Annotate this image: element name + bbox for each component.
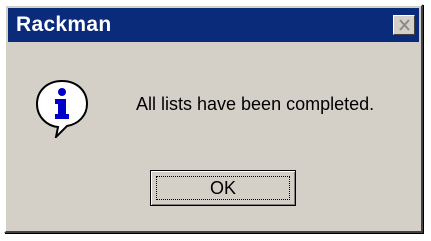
ok-button-label: OK <box>209 177 236 198</box>
close-button[interactable] <box>393 15 415 35</box>
ok-button[interactable]: OK <box>150 170 296 206</box>
message-dialog: Rackman All lists have been completed. O… <box>4 4 423 233</box>
information-icon <box>35 79 89 138</box>
focus-rectangle: OK <box>156 176 290 200</box>
title-bar[interactable]: Rackman <box>8 8 419 42</box>
window-title: Rackman <box>16 13 112 36</box>
message-text: All lists have been completed. <box>136 94 375 114</box>
close-icon <box>399 19 410 31</box>
